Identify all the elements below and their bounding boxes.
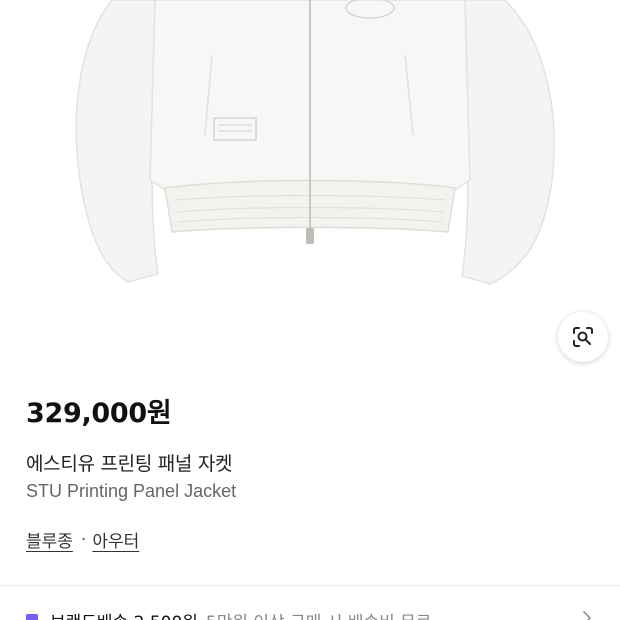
product-name-english: STU Printing Panel Jacket — [26, 481, 237, 501]
product-name-korean: 에스티유 프린팅 패널 자켓 — [26, 453, 233, 475]
visual-search-icon — [573, 327, 593, 347]
visual-search-button[interactable] — [558, 312, 608, 362]
product-image[interactable] — [0, 0, 620, 375]
category-breadcrumb: 블루종 · 아우터 — [26, 527, 139, 553]
free-shipping-note: 5만원 이상 구매 시 배송비 무료 — [206, 608, 432, 620]
brand-delivery-badge — [26, 614, 38, 620]
section-divider — [0, 585, 620, 586]
chevron-right-icon[interactable] — [580, 611, 594, 620]
category-link-blouson[interactable]: 블루종 — [26, 527, 73, 552]
category-link-outer[interactable]: 아우터 — [92, 527, 139, 552]
delivery-fee-label: 브랜드배송 2,500원 — [50, 608, 198, 620]
jacket-illustration — [75, 0, 555, 285]
category-separator: · — [80, 529, 87, 550]
product-price: 329,000원 — [26, 398, 172, 429]
delivery-info-row[interactable]: 브랜드배송 2,500원 5만원 이상 구매 시 배송비 무료 — [26, 608, 431, 620]
